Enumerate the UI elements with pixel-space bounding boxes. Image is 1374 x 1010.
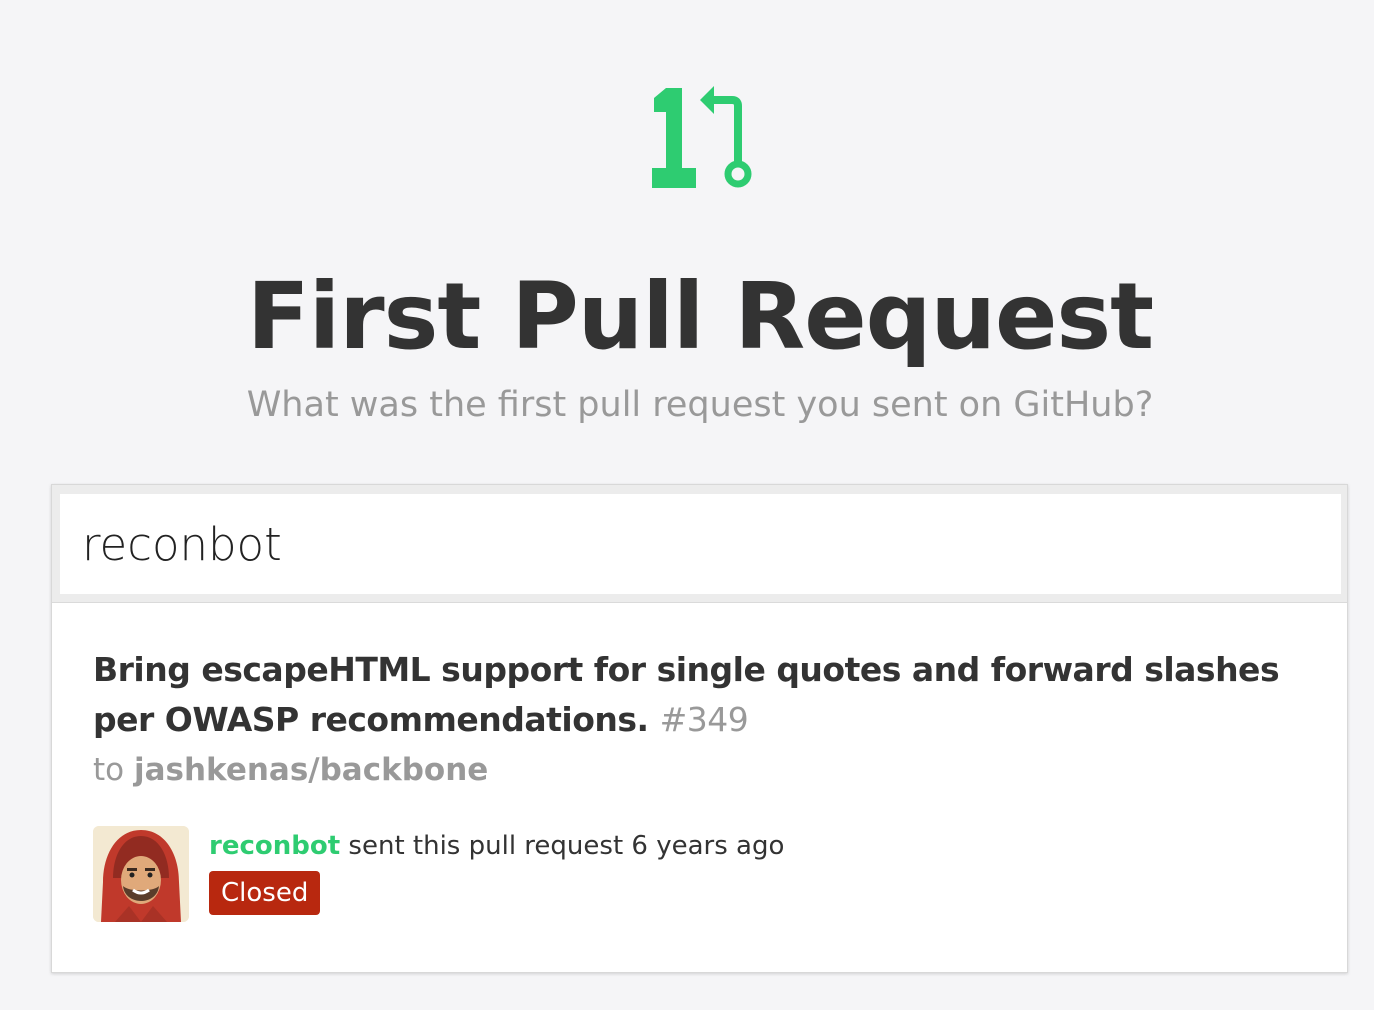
result-card: Bring escapeHTML support for single quot… [51,484,1348,973]
avatar[interactable] [93,826,189,922]
page-title: First Pull Request [246,263,1154,370]
repo-prefix: to [93,752,125,788]
sent-info: reconbot sent this pull request 6 years … [209,828,784,864]
repo-link[interactable]: jashkenas/backbone [134,752,488,788]
sent-text: sent this pull request 6 years ago [348,831,785,861]
pull-request-icon [648,84,758,194]
page-subtitle: What was the first pull request you sent… [246,385,1154,425]
status-badge: Closed [209,871,321,915]
pull-request-info: Bring escapeHTML support for single quot… [93,645,1313,795]
page: First Pull Request What was the first pu… [0,0,1374,1010]
search-container [52,485,1347,603]
pull-request-number: #349 [659,700,749,739]
pull-request-meta: reconbot sent this pull request 6 years … [93,826,993,926]
username-link[interactable]: reconbot [209,831,340,861]
username-search-input[interactable] [60,494,1341,594]
